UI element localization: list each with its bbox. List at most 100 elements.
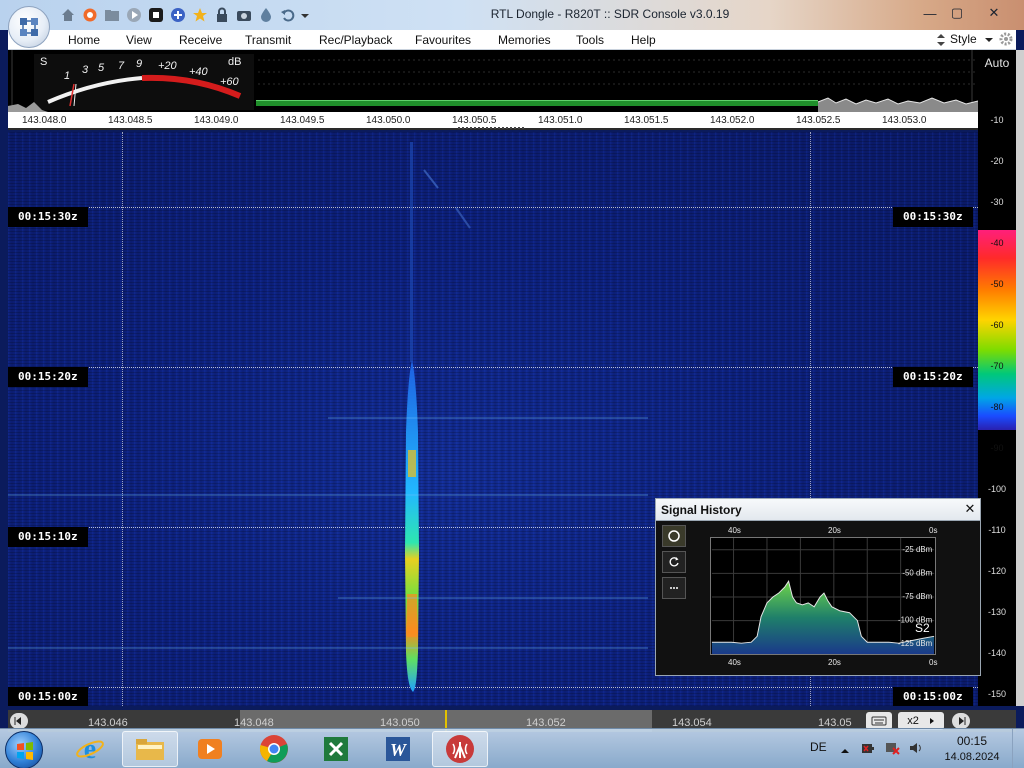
menu-memories[interactable]: Memories (498, 33, 551, 47)
settings-gear-icon[interactable] (998, 31, 1014, 50)
history-time-axis-bottom: 20s (828, 658, 841, 667)
time-label-left: 00:15:20z (8, 367, 88, 387)
frequency-tick: 143.049.0 (194, 115, 239, 126)
menu-rec-playback[interactable]: Rec/Playback (319, 33, 392, 47)
frequency-tick: 143.051.5 (624, 115, 669, 126)
signal-history-title-bar[interactable]: Signal History ✕ (656, 499, 980, 521)
taskbar-sdr-console[interactable] (432, 731, 488, 767)
time-label-left: 00:15:10z (8, 527, 88, 547)
application-icon (20, 18, 38, 36)
db-tick: -90 (990, 443, 1004, 453)
window-title: RTL Dongle - R820T :: SDR Console v3.0.1… (490, 7, 730, 21)
stop-icon[interactable] (148, 7, 164, 23)
taskbar-word[interactable]: W (370, 731, 426, 767)
sdr-console-icon (446, 735, 474, 763)
tray-volume-icon[interactable] (908, 740, 924, 761)
customize-dropdown-icon[interactable] (300, 7, 310, 23)
application-menu-button[interactable] (8, 6, 50, 48)
s-meter-tick: 3 (82, 64, 89, 76)
panel-splitter-handle[interactable] (458, 127, 524, 131)
maximize-button[interactable]: ▢ (945, 3, 969, 23)
style-menu[interactable]: Style (936, 31, 1016, 49)
s-meter-tick: 7 (118, 60, 125, 72)
scale-mode-auto[interactable]: Auto (978, 50, 1016, 76)
taskbar-excel[interactable] (308, 731, 364, 767)
db-scale: -10 -20 -30 -40 -50 -60 -70 -80 -90 -100… (978, 76, 1016, 706)
signal-history-plot: -25 dBm -50 dBm -75 dBm -100 dBm -125 dB… (710, 537, 936, 655)
word-icon: W (386, 737, 410, 761)
show-hidden-icons-button[interactable] (840, 743, 850, 761)
media-player-icon (198, 739, 222, 759)
signal-history-more-button[interactable] (662, 577, 686, 599)
db-colorbar (978, 230, 1016, 430)
show-desktop-button[interactable] (1012, 729, 1024, 768)
time-label-left: 00:15:00z (8, 687, 88, 706)
scroll-right-button[interactable] (952, 713, 970, 729)
menu-view[interactable]: View (126, 33, 152, 47)
start-button[interactable] (5, 731, 43, 768)
ribbon-menu-bar: Home View Receive Transmit Rec/Playback … (8, 30, 1016, 50)
folder-icon[interactable] (104, 7, 120, 23)
menu-transmit[interactable]: Transmit (245, 33, 291, 47)
db-tick: -140 (987, 648, 1006, 658)
s-meter-db-tick: +60 (220, 76, 239, 88)
menu-favourites[interactable]: Favourites (415, 33, 471, 47)
menu-receive[interactable]: Receive (179, 33, 222, 47)
chevron-down-icon (984, 31, 994, 50)
clock-date[interactable]: 14.08.2024 (940, 751, 1004, 763)
db-tick: -150 (987, 689, 1006, 699)
style-switch-icon (936, 32, 946, 51)
undo-icon[interactable] (280, 7, 296, 23)
tray-network-icon[interactable] (884, 740, 900, 761)
close-button[interactable]: ✕ (982, 3, 1006, 23)
signal-meter-panel: S dB 1 3 5 7 9 +20 +40 +60 (8, 50, 978, 112)
signal-history-record-button[interactable] (662, 525, 686, 547)
home-icon[interactable] (60, 7, 76, 23)
tray-power-icon[interactable] (860, 740, 876, 761)
taskbar-chrome[interactable] (246, 731, 302, 767)
db-tick: -20 (990, 156, 1004, 166)
history-level-label: -75 dBm (902, 592, 932, 601)
taskbar-file-explorer[interactable] (122, 731, 178, 767)
mini-spectrum-left (8, 102, 48, 112)
s-meter-db-tick: +40 (189, 66, 208, 78)
lock-icon[interactable] (214, 7, 230, 23)
play-icon[interactable] (126, 7, 142, 23)
drop-icon[interactable] (258, 7, 274, 23)
windows-logo-icon (17, 742, 33, 760)
add-icon[interactable] (170, 7, 186, 23)
spectrum-display (256, 97, 978, 112)
star-icon[interactable] (192, 7, 208, 23)
db-tick: -50 (990, 279, 1004, 289)
taskbar-internet-explorer[interactable]: e (62, 731, 118, 767)
chrome-icon (259, 735, 288, 763)
frequency-tick: 143.052.0 (710, 115, 755, 126)
signal-history-reset-button[interactable] (662, 551, 686, 573)
s-meter-db-label: dB (228, 56, 242, 68)
history-s-reading: S2 (915, 621, 930, 635)
db-tick: -40 (990, 238, 1004, 248)
frequency-tick: 143.053.0 (882, 115, 927, 126)
signal-history-close-button[interactable]: ✕ (962, 501, 978, 517)
input-language-indicator[interactable]: DE (810, 740, 827, 754)
clock-time[interactable]: 00:15 (944, 734, 1000, 748)
minimize-button[interactable]: — (918, 3, 942, 23)
camera-icon[interactable] (236, 7, 252, 23)
lifebuoy-icon[interactable] (82, 7, 98, 23)
scroll-left-button[interactable] (10, 713, 28, 729)
internet-explorer-icon: e (76, 734, 104, 764)
s-meter-s-label: S (40, 56, 48, 68)
frequency-tick: 143.048.5 (108, 115, 153, 126)
db-tick: -110 (988, 525, 1006, 535)
signal-history-window[interactable]: Signal History ✕ 40s 20s 0s -25 dBm -50 … (655, 498, 981, 676)
frequency-tick: 143.050.0 (366, 115, 411, 126)
history-time-axis-top: 0s (929, 526, 938, 535)
taskbar-media-player[interactable] (182, 731, 238, 767)
menu-help[interactable]: Help (631, 33, 656, 47)
menu-home[interactable]: Home (68, 33, 100, 47)
history-time-axis-top: 40s (728, 526, 741, 535)
menu-tools[interactable]: Tools (576, 33, 604, 47)
frequency-tick: 143.051.0 (538, 115, 583, 126)
db-tick: -80 (990, 402, 1004, 412)
history-time-axis-bottom: 40s (728, 658, 741, 667)
